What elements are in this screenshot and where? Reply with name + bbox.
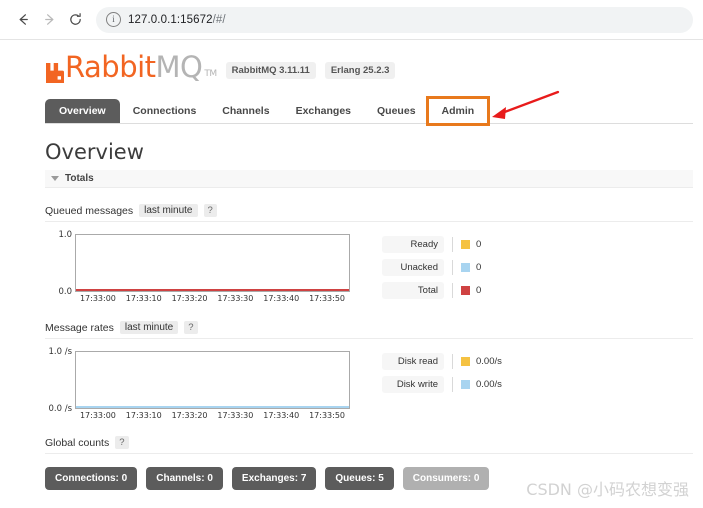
x-tick: 17:33:30: [217, 294, 254, 303]
tab-admin[interactable]: Admin: [425, 96, 491, 126]
count-button-connections[interactable]: Connections: 0: [45, 467, 138, 490]
tab-connections[interactable]: Connections: [120, 99, 210, 123]
logo-rabbit-text: Rabbit: [65, 50, 156, 84]
legend-value: 0: [476, 262, 482, 273]
legend-item-disk-write: Disk write 0.00/s: [382, 376, 502, 393]
legend-divider: [452, 377, 453, 392]
legend-item-unacked: Unacked 0: [382, 259, 481, 276]
queued-messages-chart-block: 1.0 0.0 17:33:00 17:33:10 17:33:20 17:33…: [45, 230, 693, 305]
queued-messages-legend: Ready 0 Unacked 0 Total 0: [382, 234, 481, 305]
queued-messages-title: Queued messages: [45, 204, 134, 217]
legend-label: Ready: [382, 236, 444, 253]
message-rates-plot-area: [75, 351, 350, 409]
x-tick: 17:33:00: [79, 411, 116, 420]
count-button-channels[interactable]: Channels: 0: [146, 467, 223, 490]
x-tick: 17:33:40: [263, 411, 300, 420]
message-rates-x-axis: 17:33:00 17:33:10 17:33:20 17:33:30 17:3…: [75, 411, 350, 420]
global-counts-title: Global counts: [45, 436, 110, 449]
logo-trademark: TM: [204, 69, 217, 79]
message-rates-chart-block: 1.0 /s 0.0 /s 17:33:00 17:33:10 17:33:20…: [45, 347, 693, 420]
queued-messages-y-axis: 1.0 0.0: [45, 230, 75, 297]
rabbitmq-management-page: Rabbit MQ TM RabbitMQ 3.11.11 Erlang 25.…: [0, 40, 703, 490]
back-icon[interactable]: [10, 7, 36, 33]
series-line-total: [76, 288, 349, 291]
message-rates-help-icon[interactable]: ?: [184, 321, 198, 334]
address-bar[interactable]: i 127.0.0.1:15672/#/: [96, 6, 693, 33]
legend-value: 0: [476, 239, 482, 250]
erlang-version-badge: Erlang 25.2.3: [324, 62, 396, 79]
message-rates-y-axis: 1.0 /s 0.0 /s: [45, 347, 75, 414]
legend-swatch-total: [461, 286, 470, 295]
totals-label: Totals: [65, 173, 94, 184]
tab-channels[interactable]: Channels: [209, 99, 282, 123]
series-line-disk-write: [76, 405, 349, 408]
reload-icon[interactable]: [62, 7, 88, 33]
count-button-consumers[interactable]: Consumers: 0: [402, 467, 490, 490]
x-tick: 17:33:20: [171, 294, 208, 303]
browser-toolbar: i 127.0.0.1:15672/#/: [0, 0, 703, 40]
legend-value: 0: [476, 285, 482, 296]
message-rates-legend: Disk read 0.00/s Disk write 0.00/s: [382, 351, 502, 399]
legend-swatch-unacked: [461, 263, 470, 272]
x-tick: 17:33:20: [171, 411, 208, 420]
tab-queues[interactable]: Queues: [364, 99, 429, 123]
page-title: Overview: [45, 140, 144, 164]
legend-item-ready: Ready 0: [382, 236, 481, 253]
watermark-text: CSDN @小码农想变强: [526, 480, 689, 499]
legend-swatch-disk-write: [461, 380, 470, 389]
legend-divider: [452, 260, 453, 275]
global-counts-help-icon[interactable]: ?: [115, 436, 129, 449]
url-text: 127.0.0.1:15672/#/: [128, 13, 226, 26]
message-rates-header: Message rates last minute ?: [45, 321, 693, 339]
count-button-exchanges[interactable]: Exchanges: 7: [231, 467, 317, 490]
queued-messages-header: Queued messages last minute ?: [45, 204, 693, 222]
legend-value: 0.00/s: [476, 379, 502, 390]
queued-messages-period[interactable]: last minute: [139, 204, 198, 217]
tab-overview[interactable]: Overview: [45, 99, 120, 123]
x-tick: 17:33:00: [79, 294, 116, 303]
legend-label: Total: [382, 282, 444, 299]
x-tick: 17:33:10: [125, 294, 162, 303]
y-tick-max: 1.0 /s: [48, 347, 72, 357]
tab-exchanges[interactable]: Exchanges: [283, 99, 364, 123]
x-tick: 17:33:40: [263, 294, 300, 303]
logo-mq-text: MQ: [155, 50, 203, 84]
y-tick-min: 0.0: [58, 287, 72, 297]
main-navigation-tabs: Overview Connections Channels Exchanges …: [45, 96, 693, 126]
legend-item-disk-read: Disk read 0.00/s: [382, 353, 502, 370]
message-rates-title: Message rates: [45, 321, 114, 334]
legend-label: Disk read: [382, 353, 444, 370]
legend-item-total: Total 0: [382, 282, 481, 299]
legend-divider: [452, 237, 453, 252]
x-tick: 17:33:30: [217, 411, 254, 420]
global-counts-header: Global counts ?: [45, 436, 693, 454]
legend-label: Disk write: [382, 376, 444, 393]
legend-divider: [452, 283, 453, 298]
y-tick-min: 0.0 /s: [48, 404, 72, 414]
queued-messages-plot-area: [75, 234, 350, 292]
x-tick: 17:33:50: [309, 411, 346, 420]
x-tick: 17:33:50: [309, 294, 346, 303]
legend-swatch-disk-read: [461, 357, 470, 366]
queued-messages-chart: 1.0 0.0 17:33:00 17:33:10 17:33:20 17:33…: [45, 230, 350, 303]
rabbitmq-version-badge: RabbitMQ 3.11.11: [225, 62, 316, 79]
rabbitmq-logo-mark-icon: [45, 57, 64, 83]
totals-section-header[interactable]: Totals: [45, 170, 693, 188]
rabbitmq-logo[interactable]: Rabbit MQ TM: [45, 50, 217, 84]
queued-messages-x-axis: 17:33:00 17:33:10 17:33:20 17:33:30 17:3…: [75, 294, 350, 303]
message-rates-chart: 1.0 /s 0.0 /s 17:33:00 17:33:10 17:33:20…: [45, 347, 350, 420]
count-button-queues[interactable]: Queues: 5: [325, 467, 394, 490]
site-info-icon[interactable]: i: [106, 12, 121, 27]
forward-icon[interactable]: [36, 7, 62, 33]
legend-label: Unacked: [382, 259, 444, 276]
queued-messages-help-icon[interactable]: ?: [203, 204, 217, 217]
legend-swatch-ready: [461, 240, 470, 249]
message-rates-period[interactable]: last minute: [119, 321, 179, 334]
chevron-down-icon: [51, 176, 59, 181]
legend-value: 0.00/s: [476, 356, 502, 367]
branding-row: Rabbit MQ TM RabbitMQ 3.11.11 Erlang 25.…: [45, 40, 693, 84]
y-tick-max: 1.0: [58, 230, 72, 240]
legend-divider: [452, 354, 453, 369]
x-tick: 17:33:10: [125, 411, 162, 420]
